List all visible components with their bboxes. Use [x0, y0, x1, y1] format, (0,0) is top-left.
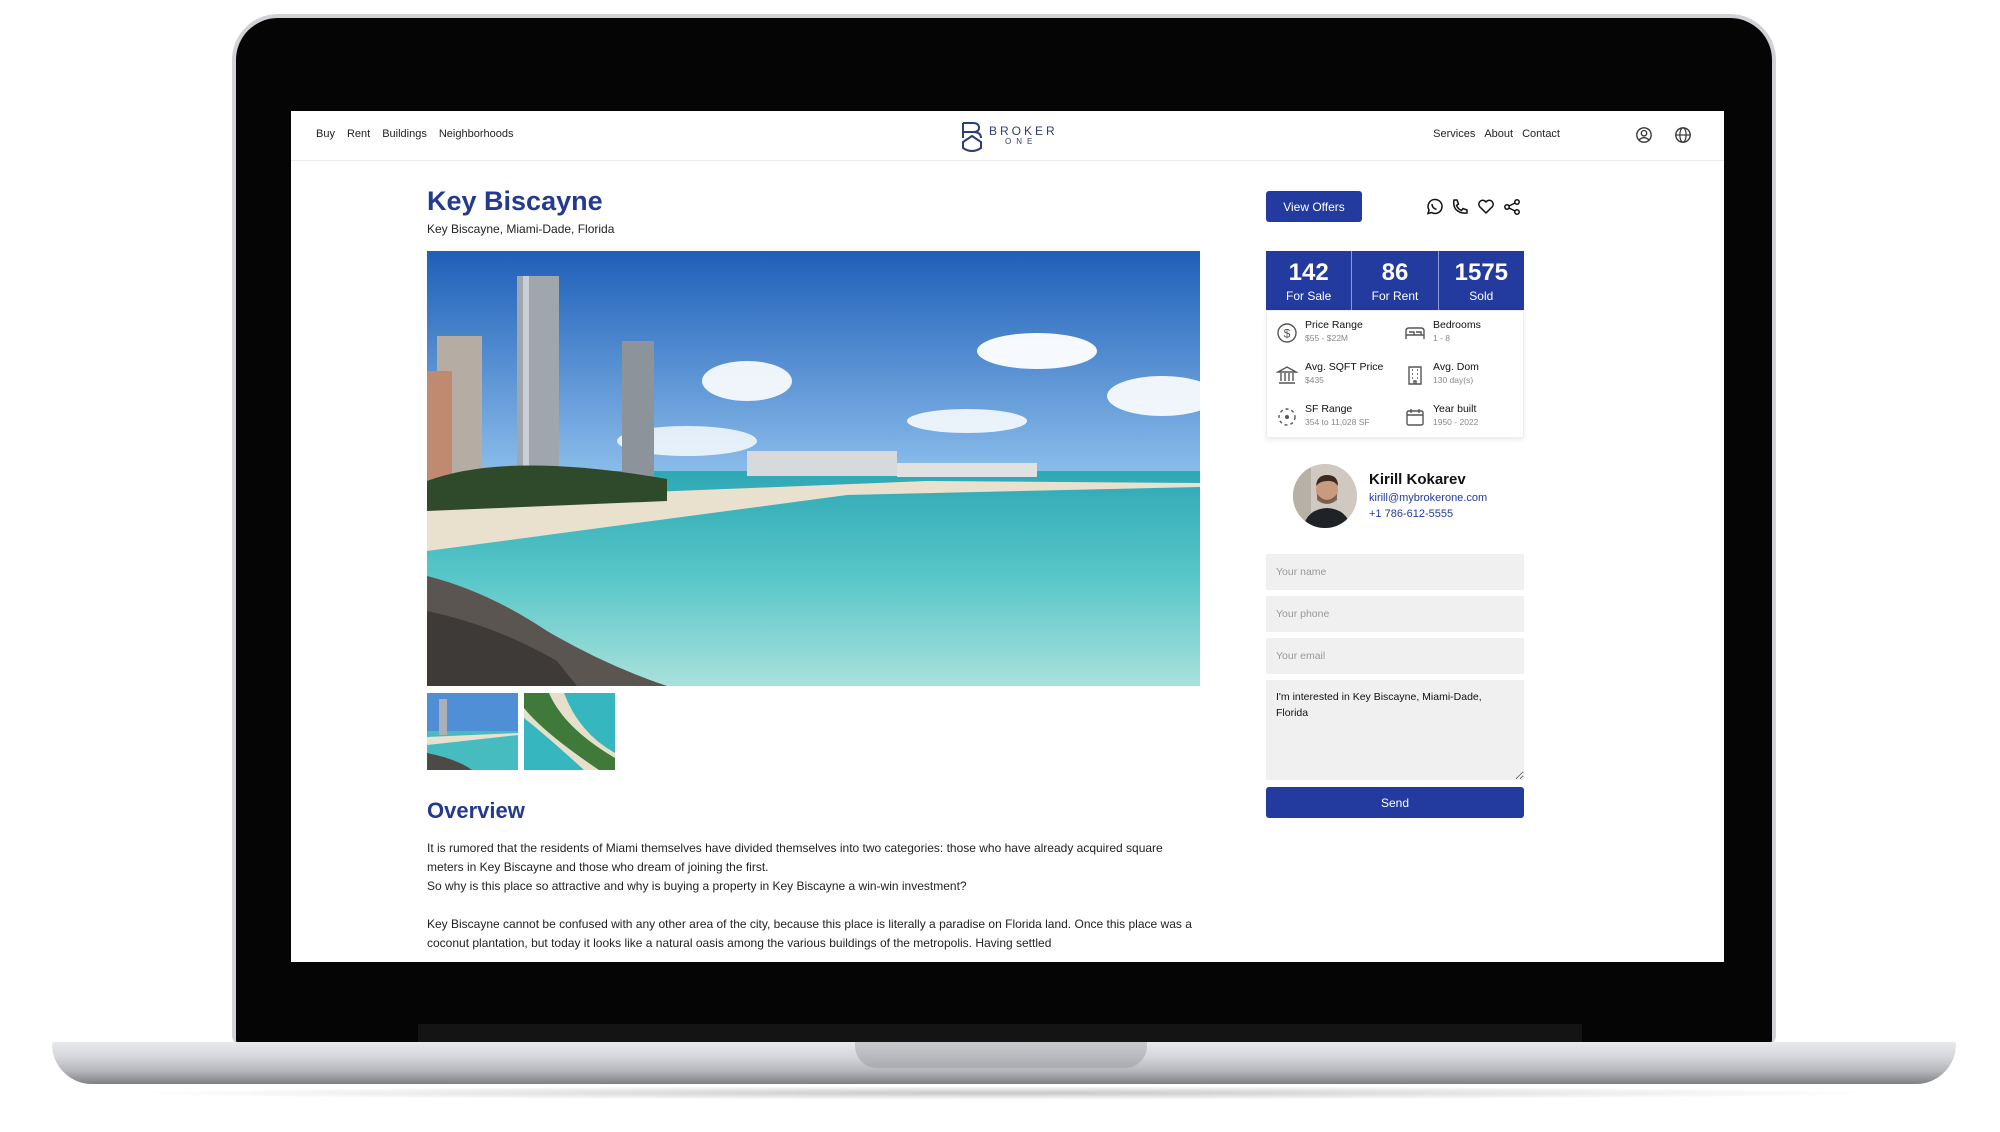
name-input[interactable]	[1266, 554, 1524, 590]
gallery-thumbnail-2[interactable]	[524, 693, 615, 770]
nav-link-about[interactable]: About	[1484, 128, 1513, 140]
laptop-notch	[855, 1042, 1147, 1068]
nav-link-buy[interactable]: Buy	[316, 128, 335, 140]
agent-email-link[interactable]: kirill@mybrokerone.com	[1369, 492, 1487, 504]
user-account-icon[interactable]	[1635, 126, 1653, 144]
logo-text-broker: BROKER	[989, 124, 1058, 138]
browser-viewport: Buy Rent Buildings Neighborhoods BROKER …	[291, 111, 1724, 962]
info-avg-sqft-price: Avg. SQFT Price $435	[1276, 361, 1396, 395]
info-year-built-value: 1950 - 2022	[1433, 417, 1479, 427]
hero-photo-beach[interactable]	[427, 251, 1200, 686]
page-subtitle: Key Biscayne, Miami-Dade, Florida	[427, 222, 615, 236]
send-button[interactable]: Send	[1266, 787, 1524, 818]
laptop-shadow	[120, 1086, 1888, 1100]
nav-right: Services About Contact	[1433, 128, 1560, 140]
thumbnail-aerial-illustration	[524, 693, 615, 770]
phone-icon[interactable]	[1450, 197, 1470, 217]
laptop-hinge	[418, 1024, 1582, 1042]
whatsapp-icon[interactable]	[1424, 197, 1444, 217]
svg-text:$: $	[1284, 327, 1291, 341]
agent-avatar[interactable]	[1293, 464, 1357, 528]
info-sf-range-value: 354 to 11,028 SF	[1305, 417, 1370, 427]
building-icon	[1408, 366, 1422, 385]
globe-language-icon[interactable]	[1674, 126, 1692, 144]
info-year-built: Year built 1950 - 2022	[1404, 403, 1524, 437]
stat-sold[interactable]: 1575 Sold	[1437, 251, 1524, 310]
info-bedrooms-value: 1 - 8	[1433, 333, 1451, 343]
info-price-range: $ Price Range $55 - $22M	[1276, 319, 1396, 353]
view-offers-button[interactable]: View Offers	[1266, 191, 1362, 222]
bed-icon	[1405, 327, 1425, 339]
overview-heading: Overview	[427, 798, 525, 823]
phone-input[interactable]	[1266, 596, 1524, 632]
stat-for-rent-value: 86	[1381, 259, 1409, 286]
heart-icon[interactable]	[1476, 197, 1496, 217]
info-sf-range-label: SF Range	[1305, 403, 1353, 415]
stat-sold-label: Sold	[1469, 289, 1494, 303]
top-navigation: Buy Rent Buildings Neighborhoods BROKER …	[291, 111, 1724, 161]
hero-beach-illustration	[427, 251, 1200, 686]
info-year-built-label: Year built	[1433, 403, 1477, 415]
nav-link-services[interactable]: Services	[1433, 128, 1475, 140]
stat-for-rent-label: For Rent	[1371, 289, 1419, 303]
nav-link-neighborhoods[interactable]: Neighborhoods	[439, 128, 514, 140]
stat-sold-value: 1575	[1454, 259, 1509, 286]
info-avg-sqft-price-label: Avg. SQFT Price	[1305, 361, 1384, 373]
bank-icon	[1276, 366, 1298, 384]
info-price-range-label: Price Range	[1305, 319, 1363, 331]
overview-paragraph-3: Key Biscayne cannot be confused with any…	[427, 917, 1192, 950]
property-info-panel: $ Price Range $55 - $22M Bedrooms 1 - 8 …	[1266, 310, 1524, 438]
nav-link-rent[interactable]: Rent	[347, 128, 370, 140]
email-input[interactable]	[1266, 638, 1524, 674]
info-avg-dom-value: 130 day(s)	[1433, 375, 1474, 385]
info-price-range-value: $55 - $22M	[1305, 333, 1348, 343]
agent-avatar-illustration	[1293, 464, 1357, 528]
broker-one-logo[interactable]: BROKER ONE	[959, 121, 1059, 153]
info-avg-sqft-price-value: $435	[1305, 375, 1324, 385]
info-avg-dom: Avg. Dom 130 day(s)	[1404, 361, 1524, 395]
info-avg-dom-label: Avg. Dom	[1433, 361, 1479, 373]
overview-paragraph-1: It is rumored that the residents of Miam…	[427, 841, 1163, 874]
page-title: Key Biscayne	[427, 186, 603, 216]
logo-mark-icon	[962, 122, 982, 152]
calendar-icon	[1406, 409, 1424, 426]
agent-phone-link[interactable]: +1 786-612-5555	[1369, 508, 1453, 520]
share-icon[interactable]	[1502, 197, 1522, 217]
stat-for-sale[interactable]: 142 For Sale	[1266, 251, 1351, 310]
gallery-thumbnail-1[interactable]	[427, 693, 518, 770]
nav-link-contact[interactable]: Contact	[1522, 128, 1560, 140]
stat-for-sale-value: 142	[1288, 259, 1329, 286]
laptop-frame: Buy Rent Buildings Neighborhoods BROKER …	[0, 0, 2000, 1132]
stat-for-rent[interactable]: 86 For Rent	[1351, 251, 1437, 310]
stat-for-sale-label: For Sale	[1285, 289, 1332, 303]
stats-panel: 142 For Sale 86 For Rent 1575 Sold	[1266, 251, 1524, 310]
nav-link-buildings[interactable]: Buildings	[382, 128, 427, 140]
info-bedrooms-label: Bedrooms	[1433, 319, 1481, 331]
logo-text-one: ONE	[1005, 137, 1038, 146]
info-sf-range: SF Range 354 to 11,028 SF	[1276, 403, 1396, 437]
nav-left: Buy Rent Buildings Neighborhoods	[316, 128, 513, 140]
info-bedrooms: Bedrooms 1 - 8	[1404, 319, 1524, 353]
agent-name: Kirill Kokarev	[1369, 471, 1466, 488]
area-icon	[1278, 408, 1296, 426]
thumbnail-beach-illustration	[427, 693, 518, 770]
overview-paragraph-2: So why is this place so attractive and w…	[427, 879, 967, 893]
message-textarea[interactable]: I'm interested in Key Biscayne, Miami-Da…	[1266, 680, 1524, 780]
dollar-icon: $	[1277, 323, 1297, 343]
